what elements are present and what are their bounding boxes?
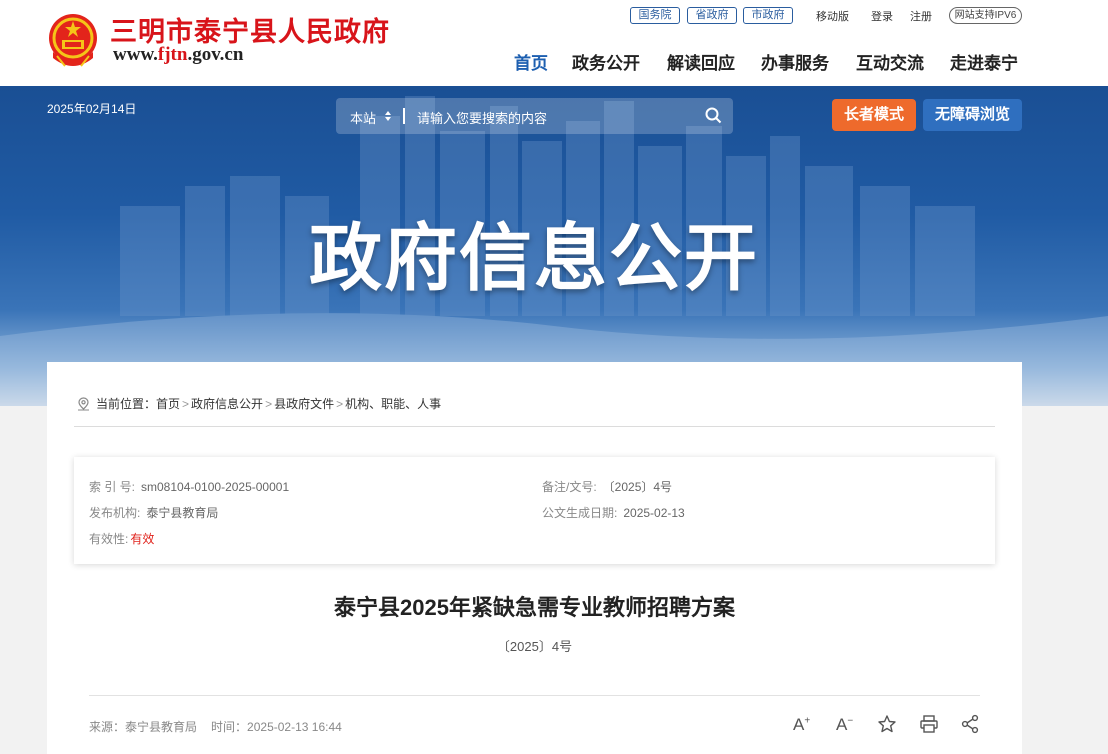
- article-doc-number: 〔2025〕4号: [496, 639, 573, 654]
- nav-interaction[interactable]: 互动交流: [856, 49, 924, 74]
- search-divider: [403, 108, 405, 124]
- nav-services[interactable]: 办事服务: [761, 49, 829, 74]
- site-header: 三明市泰宁县人民政府 www.fjtn.gov.cn 国务院 省政府 市政府 移…: [0, 0, 1108, 86]
- article-title: 泰宁县2025年紧缺急需专业教师招聘方案: [334, 595, 735, 620]
- font-decrease-icon[interactable]: A−: [836, 715, 853, 735]
- meta-index: 索 引 号: sm08104-0100-2025-00001: [89, 478, 289, 495]
- domain-accent: fjtn: [157, 44, 188, 65]
- print-icon[interactable]: [919, 714, 939, 734]
- meta-validity: 有效性: 有效: [89, 530, 154, 547]
- meta-docno: 备注/文号: 〔2025〕4号: [542, 478, 672, 495]
- article-divider: [89, 695, 980, 696]
- breadcrumb-separator: >: [265, 397, 273, 411]
- source-value: 泰宁县教育局: [125, 720, 198, 734]
- meta-index-value: sm08104-0100-2025-00001: [141, 480, 290, 494]
- breadcrumb: 当前位置：首页 > 政府信息公开 > 县政府文件 > 机构、职能、人事: [77, 395, 441, 413]
- location-pin-icon: [78, 397, 89, 411]
- register-link[interactable]: 注册: [910, 8, 932, 24]
- search-input[interactable]: 请输入您要搜索的内容: [417, 108, 547, 127]
- meta-issuer: 发布机构: 泰宁县教育局: [89, 504, 218, 521]
- meta-issuer-value: 泰宁县教育局: [146, 506, 219, 520]
- sort-arrows-icon[interactable]: [384, 109, 392, 123]
- content-panel: 当前位置：首页 > 政府信息公开 > 县政府文件 > 机构、职能、人事 索 引 号: sm08…: [47, 362, 1022, 754]
- breadcrumb-separator: >: [182, 397, 190, 411]
- font-increase-icon[interactable]: A+: [793, 715, 810, 735]
- font-increase-glyph: A: [793, 715, 805, 734]
- mobile-version-link[interactable]: 移动版: [816, 8, 849, 24]
- domain-suffix: .gov.cn: [187, 44, 244, 65]
- breadcrumb-home[interactable]: 首页: [156, 397, 180, 411]
- nav-home[interactable]: 首页: [514, 49, 548, 74]
- meta-gen-date-label: 公文生成日期:: [542, 506, 618, 520]
- document-metadata-card: 索 引 号: sm08104-0100-2025-00001 发布机构: 泰宁县教育…: [74, 457, 995, 564]
- time-label: 时间：: [211, 720, 248, 734]
- hero-banner: 2025年02月14日 本站 请输入您要搜索的内容 长者模式 无障碍浏览 政府信…: [0, 86, 1108, 406]
- font-decrease-glyph: A: [836, 715, 848, 734]
- elder-mode-button[interactable]: 长者模式: [832, 99, 916, 131]
- meta-docno-value: 〔2025〕4号: [602, 480, 673, 494]
- state-council-link[interactable]: 国务院: [630, 7, 680, 24]
- search-icon[interactable]: [705, 107, 722, 124]
- login-link[interactable]: 登录: [871, 8, 893, 24]
- provincial-gov-link[interactable]: 省政府: [687, 7, 737, 24]
- star-icon[interactable]: [877, 714, 897, 734]
- time-value: 2025-02-13 16:44: [247, 720, 342, 734]
- breadcrumb-separator: >: [336, 397, 344, 411]
- meta-index-label: 索 引 号:: [89, 480, 136, 494]
- nav-gov-affairs[interactable]: 政务公开: [572, 49, 640, 74]
- national-emblem-icon[interactable]: [47, 12, 99, 70]
- meta-issuer-label: 发布机构:: [89, 506, 141, 520]
- search-scope-select[interactable]: 本站: [350, 108, 376, 127]
- city-gov-link[interactable]: 市政府: [743, 7, 793, 24]
- nav-interpretation[interactable]: 解读回应: [667, 49, 735, 74]
- accessibility-button[interactable]: 无障碍浏览: [923, 99, 1022, 131]
- meta-docno-label: 备注/文号:: [542, 480, 597, 494]
- ipv6-badge: 网站支持IPV6: [949, 7, 1022, 24]
- meta-validity-label: 有效性:: [89, 532, 129, 546]
- article-source-line: 来源：泰宁县教育局 时间：2025-02-13 16:44: [89, 718, 342, 735]
- breadcrumb-gov-info[interactable]: 政府信息公开: [191, 397, 263, 411]
- banner-title: 政府信息公开: [309, 218, 759, 299]
- meta-validity-value: 有效: [130, 532, 155, 546]
- breadcrumb-county-docs[interactable]: 县政府文件: [274, 397, 334, 411]
- site-domain: www.fjtn.gov.cn: [113, 44, 243, 66]
- search-bar: 本站 请输入您要搜索的内容: [336, 98, 733, 134]
- meta-gen-date-value: 2025-02-13: [623, 506, 685, 520]
- nav-about-taining[interactable]: 走进泰宁: [950, 49, 1018, 74]
- current-date: 2025年02月14日: [47, 102, 137, 116]
- breadcrumb-label: 当前位置：: [96, 397, 157, 411]
- share-icon[interactable]: [960, 714, 980, 734]
- breadcrumb-category[interactable]: 机构、职能、人事: [345, 397, 441, 411]
- source-label: 来源：: [89, 720, 126, 734]
- meta-gen-date: 公文生成日期: 2025-02-13: [542, 504, 685, 521]
- breadcrumb-divider: [74, 426, 995, 427]
- domain-prefix: www.: [113, 44, 158, 65]
